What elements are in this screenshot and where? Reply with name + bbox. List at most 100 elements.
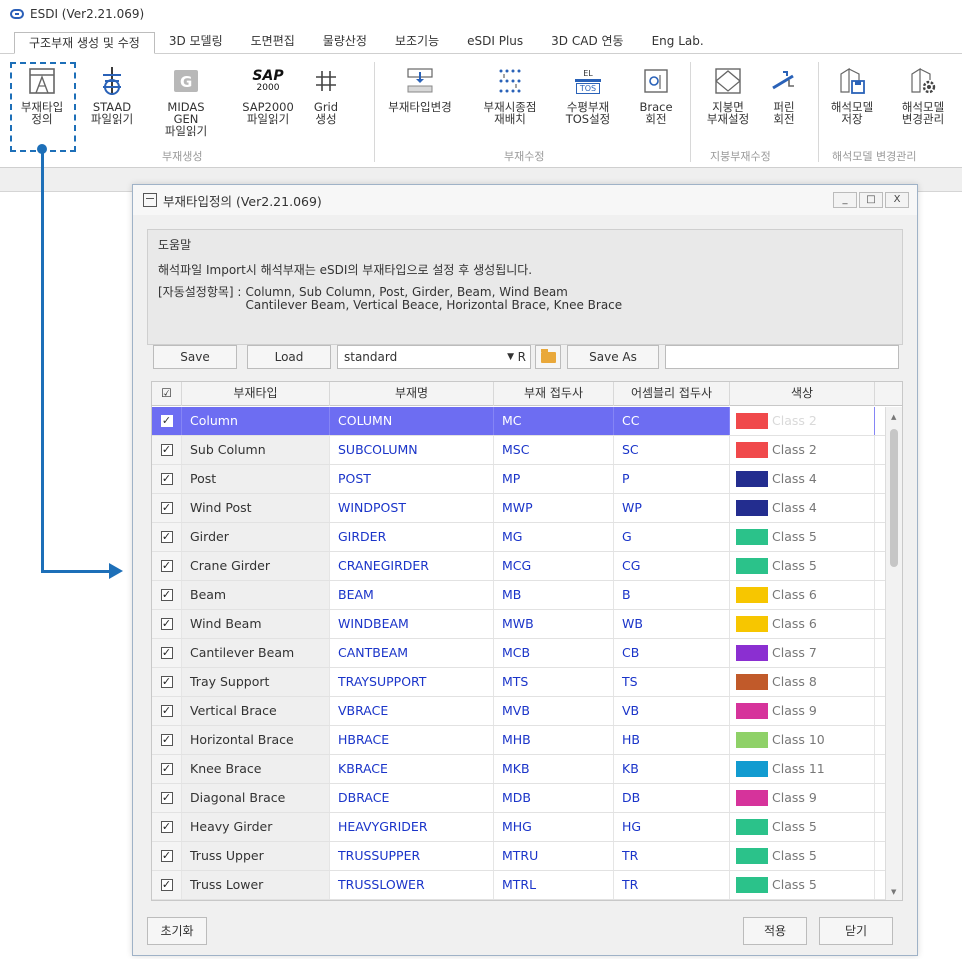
member-prefix-cell[interactable]: MWB — [494, 610, 614, 638]
scroll-down-icon[interactable]: ▼ — [891, 888, 896, 896]
color-cell[interactable]: Class 5 — [730, 842, 875, 870]
row-checkbox-cell[interactable]: ✓ — [152, 784, 182, 812]
table-row[interactable]: ✓ Wind Post WINDPOST MWP WP Class 4 — [152, 494, 887, 523]
member-type-cell[interactable]: Post — [182, 465, 330, 493]
member-name-cell[interactable]: TRAYSUPPORT — [330, 668, 494, 696]
color-cell[interactable]: Class 5 — [730, 813, 875, 841]
table-row[interactable]: ✓ Post POST MP P Class 4 — [152, 465, 887, 494]
checkbox-checked-icon[interactable]: ✓ — [160, 792, 173, 804]
member-type-cell[interactable]: Knee Brace — [182, 755, 330, 783]
member-prefix-cell[interactable]: MTS — [494, 668, 614, 696]
member-name-cell[interactable]: POST — [330, 465, 494, 493]
member-prefix-cell[interactable]: MCB — [494, 639, 614, 667]
table-row[interactable]: ✓ Heavy Girder HEAVYGRIDER MHG HG Class 5 — [152, 813, 887, 842]
checkbox-checked-icon[interactable]: ✓ — [160, 850, 173, 862]
checkbox-checked-icon[interactable]: ✓ — [160, 618, 173, 630]
checkbox-checked-icon[interactable]: ✓ — [160, 415, 173, 427]
member-prefix-cell[interactable]: MHG — [494, 813, 614, 841]
checkbox-checked-icon[interactable]: ✓ — [160, 589, 173, 601]
row-checkbox-cell[interactable]: ✓ — [152, 523, 182, 551]
checkbox-checked-icon[interactable]: ✓ — [160, 821, 173, 833]
member-name-cell[interactable]: COLUMN — [330, 407, 494, 435]
member-prefix-cell[interactable]: MB — [494, 581, 614, 609]
row-checkbox-cell[interactable]: ✓ — [152, 465, 182, 493]
member-name-cell[interactable]: CRANEGIRDER — [330, 552, 494, 580]
color-cell[interactable]: Class 6 — [730, 581, 875, 609]
menu-tab[interactable]: Eng Lab. — [638, 31, 718, 53]
member-name-cell[interactable]: CANTBEAM — [330, 639, 494, 667]
checkbox-checked-icon[interactable]: ✓ — [160, 705, 173, 717]
color-cell[interactable]: Class 9 — [730, 784, 875, 812]
close-button[interactable]: 닫기 — [819, 917, 893, 945]
assembly-prefix-cell[interactable]: HB — [614, 726, 730, 754]
menu-tab[interactable]: 보조기능 — [381, 31, 453, 53]
apply-button[interactable]: 적용 — [743, 917, 807, 945]
assembly-prefix-cell[interactable]: CG — [614, 552, 730, 580]
row-checkbox-cell[interactable]: ✓ — [152, 436, 182, 464]
member-prefix-cell[interactable]: MWP — [494, 494, 614, 522]
member-name-cell[interactable]: KBRACE — [330, 755, 494, 783]
member-type-cell[interactable]: Heavy Girder — [182, 813, 330, 841]
member-type-cell[interactable]: Horizontal Brace — [182, 726, 330, 754]
color-cell[interactable]: Class 4 — [730, 465, 875, 493]
menu-tab[interactable]: 구조부재 생성 및 수정 — [14, 32, 155, 54]
member-name-cell[interactable]: WINDBEAM — [330, 610, 494, 638]
member-type-cell[interactable]: Truss Upper — [182, 842, 330, 870]
save-as-name-input[interactable] — [665, 345, 899, 369]
color-cell[interactable]: Class 2 — [730, 407, 875, 435]
table-row[interactable]: ✓ Horizontal Brace HBRACE MHB HB Class 10 — [152, 726, 887, 755]
member-type-cell[interactable]: Girder — [182, 523, 330, 551]
checkbox-checked-icon[interactable]: ✓ — [160, 560, 173, 572]
checkbox-checked-icon[interactable]: ✓ — [160, 734, 173, 746]
member-name-cell[interactable]: BEAM — [330, 581, 494, 609]
table-row[interactable]: ✓ Column COLUMN MC CC Class 2 — [152, 407, 887, 436]
assembly-prefix-cell[interactable]: DB — [614, 784, 730, 812]
assembly-prefix-cell[interactable]: TR — [614, 871, 730, 899]
checkbox-checked-icon[interactable]: ✓ — [160, 502, 173, 514]
row-checkbox-cell[interactable]: ✓ — [152, 755, 182, 783]
assembly-prefix-cell[interactable]: CC — [614, 407, 730, 435]
table-row[interactable]: ✓ Tray Support TRAYSUPPORT MTS TS Class 8 — [152, 668, 887, 697]
load-button[interactable]: Load — [247, 345, 331, 369]
menu-tab[interactable]: 3D CAD 연동 — [537, 31, 637, 53]
member-prefix-cell[interactable]: MTRU — [494, 842, 614, 870]
row-checkbox-cell[interactable]: ✓ — [152, 668, 182, 696]
color-cell[interactable]: Class 10 — [730, 726, 875, 754]
row-checkbox-cell[interactable]: ✓ — [152, 552, 182, 580]
color-cell[interactable]: Class 5 — [730, 552, 875, 580]
maximize-button[interactable]: □ — [859, 192, 883, 208]
color-cell[interactable]: Class 5 — [730, 523, 875, 551]
member-type-cell[interactable]: Wind Beam — [182, 610, 330, 638]
member-prefix-cell[interactable]: MCG — [494, 552, 614, 580]
menu-tab[interactable]: eSDI Plus — [453, 31, 537, 53]
member-type-cell[interactable]: Crane Girder — [182, 552, 330, 580]
assembly-prefix-cell[interactable]: WB — [614, 610, 730, 638]
row-checkbox-cell[interactable]: ✓ — [152, 813, 182, 841]
table-row[interactable]: ✓ Truss Lower TRUSSLOWER MTRL TR Class 5 — [152, 871, 887, 900]
row-checkbox-cell[interactable]: ✓ — [152, 494, 182, 522]
member-prefix-cell[interactable]: MHB — [494, 726, 614, 754]
vertical-scrollbar[interactable]: ▲ ▼ — [885, 407, 902, 900]
row-checkbox-cell[interactable]: ✓ — [152, 697, 182, 725]
assembly-prefix-cell[interactable]: G — [614, 523, 730, 551]
table-row[interactable]: ✓ Wind Beam WINDBEAM MWB WB Class 6 — [152, 610, 887, 639]
row-checkbox-cell[interactable]: ✓ — [152, 581, 182, 609]
purlin-rotate-button[interactable]: 퍼린 회전 — [752, 64, 816, 144]
close-window-button[interactable]: X — [885, 192, 909, 208]
assembly-prefix-cell[interactable]: TS — [614, 668, 730, 696]
table-row[interactable]: ✓ Crane Girder CRANEGIRDER MCG CG Class 5 — [152, 552, 887, 581]
minimize-button[interactable]: _ — [833, 192, 857, 208]
table-row[interactable]: ✓ Knee Brace KBRACE MKB KB Class 11 — [152, 755, 887, 784]
member-name-cell[interactable]: GIRDER — [330, 523, 494, 551]
column-header[interactable]: 어셈블리 접두사 — [614, 382, 730, 406]
brace-rotate-button[interactable]: Brace 회전 — [624, 64, 688, 144]
member-name-cell[interactable]: TRUSSUPPER — [330, 842, 494, 870]
menu-tab[interactable]: 물량산정 — [309, 31, 381, 53]
menu-tab[interactable]: 도면편집 — [237, 31, 309, 53]
checkbox-checked-icon[interactable]: ✓ — [160, 763, 173, 775]
save-as-button[interactable]: Save As — [567, 345, 659, 369]
member-prefix-cell[interactable]: MVB — [494, 697, 614, 725]
save-button[interactable]: Save — [153, 345, 237, 369]
column-header[interactable]: 부재명 — [330, 382, 494, 406]
member-prefix-cell[interactable]: MKB — [494, 755, 614, 783]
